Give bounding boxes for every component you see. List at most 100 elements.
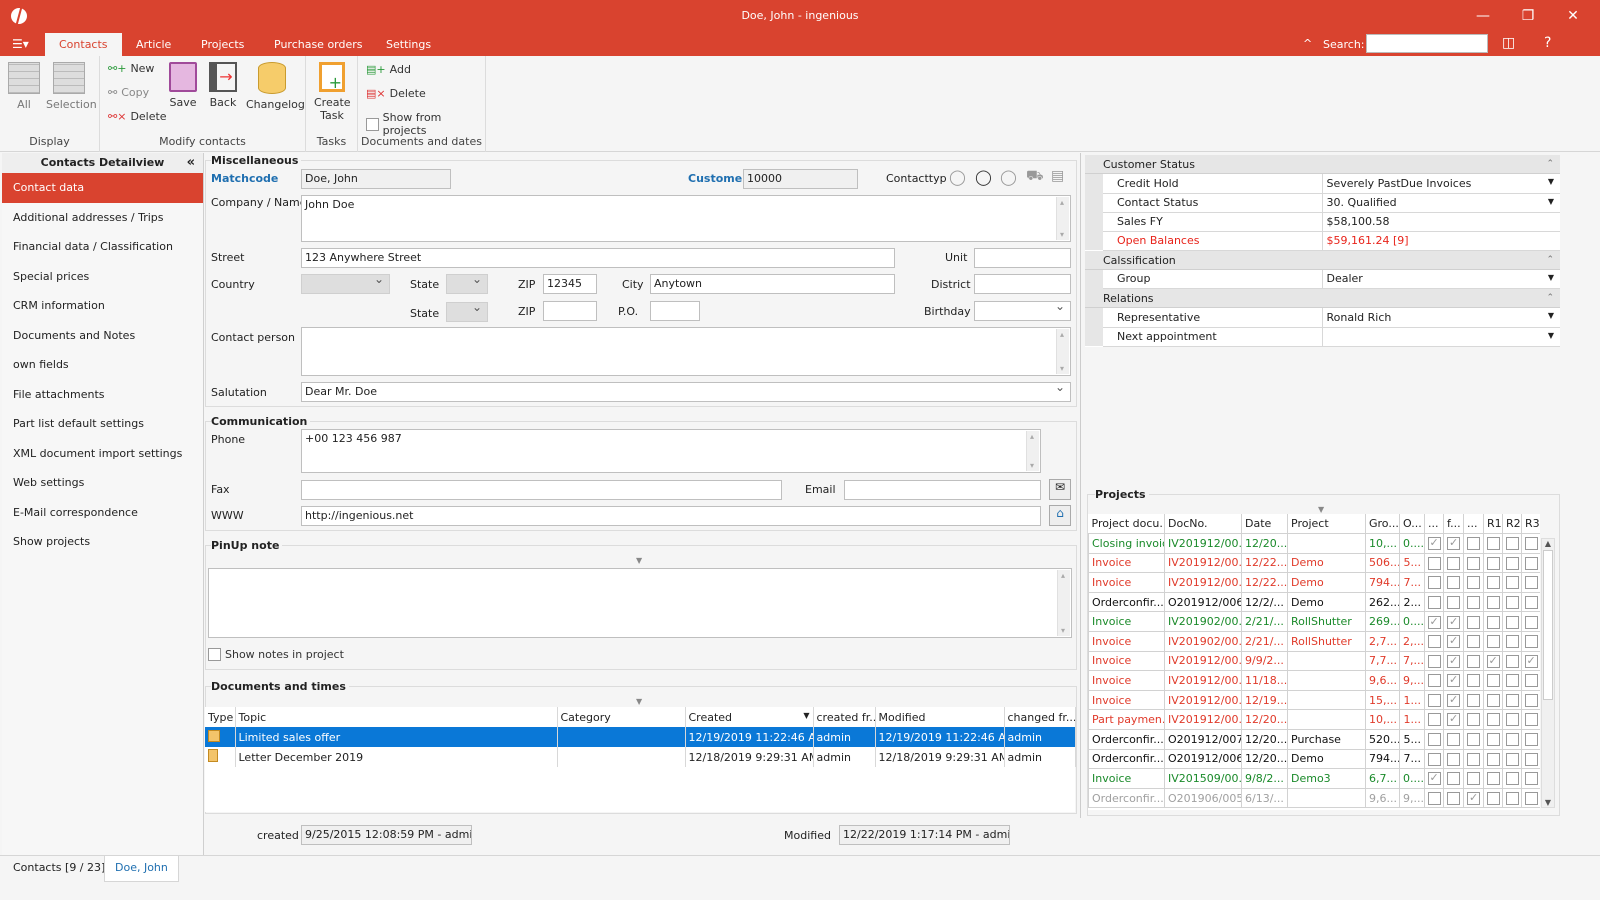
- dropdown-arrow-icon[interactable]: ▼: [1548, 197, 1554, 206]
- row-checkbox[interactable]: [1524, 556, 1538, 570]
- contact-type-customer-icon[interactable]: ◯: [975, 168, 992, 186]
- show-notes-in-project-checkbox[interactable]: Show notes in project: [208, 648, 344, 661]
- project-document-row[interactable]: Invoice IV201912/00... 11/18... 9,6... 9,...: [1088, 670, 1540, 691]
- row-checkbox[interactable]: [1447, 673, 1460, 688]
- street-field[interactable]: 123 Anywhere Street: [301, 248, 895, 268]
- project-document-row[interactable]: Closing invoiceIV201912/00...12/20...10,…: [1088, 533, 1540, 554]
- contact-type-supplier-truck-icon[interactable]: ⛟: [1026, 168, 1044, 186]
- row-checkbox[interactable]: [1427, 556, 1441, 570]
- projects-column-header[interactable]: Gro...: [1365, 514, 1400, 534]
- copy-contact-button[interactable]: ⚯ Copy: [108, 86, 149, 99]
- open-website-home-icon[interactable]: ⌂: [1049, 505, 1071, 526]
- row-checkbox[interactable]: [1505, 752, 1519, 766]
- row-checkbox[interactable]: [1427, 791, 1441, 805]
- row-checkbox[interactable]: [1524, 615, 1538, 629]
- sidebar-item-part-list-settings[interactable]: Part list default settings: [2, 409, 203, 439]
- dropdown-arrow-icon[interactable]: ▼: [1548, 177, 1554, 186]
- sidebar-item-financial-data[interactable]: Financial data / Classification: [2, 232, 203, 262]
- scroll-down-icon[interactable]: ▼: [1542, 798, 1554, 807]
- project-document-row[interactable]: Orderconfir...O201912/007012/20...Purcha…: [1088, 729, 1540, 750]
- row-checkbox[interactable]: [1447, 556, 1460, 570]
- row-checkbox[interactable]: [1505, 615, 1519, 629]
- property-value[interactable]: ▼: [1322, 327, 1560, 347]
- row-checkbox[interactable]: [1505, 576, 1519, 590]
- state2-dropdown[interactable]: [446, 302, 488, 322]
- row-checkbox[interactable]: [1447, 536, 1460, 551]
- property-group-header[interactable]: Customer Status ⌃: [1085, 155, 1560, 174]
- sidebar-item-xml-import-settings[interactable]: XML document import settings: [2, 439, 203, 469]
- row-checkbox[interactable]: [1447, 712, 1460, 727]
- projects-column-header[interactable]: DocNo.: [1164, 514, 1242, 534]
- projects-column-header[interactable]: R3: [1521, 514, 1540, 534]
- row-checkbox[interactable]: [1467, 674, 1480, 688]
- row-checkbox[interactable]: [1486, 772, 1500, 786]
- row-checkbox[interactable]: [1524, 635, 1538, 649]
- row-checkbox[interactable]: [1467, 654, 1480, 668]
- project-document-row[interactable]: Invoice IV201902/00... 2/21/... RollShutter…: [1088, 611, 1540, 633]
- sidebar-item-documents-notes[interactable]: Documents and Notes: [2, 321, 203, 351]
- scrollbar-thumb[interactable]: [1543, 550, 1553, 700]
- row-checkbox[interactable]: [1447, 634, 1460, 649]
- row-checkbox[interactable]: [1505, 635, 1519, 649]
- unit-field[interactable]: [974, 248, 1071, 268]
- collapse-ribbon-icon[interactable]: ^: [1303, 37, 1312, 50]
- row-checkbox[interactable]: [1524, 674, 1538, 688]
- contact-type-person-icon[interactable]: ◯: [949, 168, 966, 186]
- tab-projects[interactable]: Projects: [187, 33, 258, 56]
- row-checkbox[interactable]: [1486, 791, 1500, 805]
- projects-column-header[interactable]: R2: [1502, 514, 1522, 534]
- row-checkbox[interactable]: [1467, 791, 1480, 805]
- project-document-row[interactable]: Invoice IV201912/00... 12/22... Demo 794... 7…: [1088, 572, 1540, 593]
- row-checkbox[interactable]: [1467, 733, 1480, 747]
- row-checkbox[interactable]: [1505, 537, 1519, 551]
- property-row[interactable]: Group Dealer ▼: [1085, 269, 1560, 289]
- row-checkbox[interactable]: [1524, 654, 1538, 668]
- sidebar-item-special-prices[interactable]: Special prices: [2, 262, 203, 292]
- row-checkbox[interactable]: [1486, 752, 1500, 766]
- sidebar-item-contact-data[interactable]: Contact data: [2, 173, 203, 203]
- tab-article[interactable]: Article: [122, 33, 185, 56]
- row-checkbox[interactable]: [1467, 556, 1480, 570]
- property-group-header[interactable]: Calssification ⌃: [1085, 250, 1560, 270]
- row-checkbox[interactable]: [1524, 693, 1538, 707]
- sidebar-item-web-settings[interactable]: Web settings: [2, 468, 203, 498]
- row-checkbox[interactable]: [1505, 654, 1519, 668]
- row-checkbox[interactable]: [1524, 576, 1538, 590]
- property-row[interactable]: Open Balances $59,161.24 [9]: [1085, 231, 1560, 251]
- column-header-changed-from[interactable]: changed fr...: [1004, 707, 1076, 727]
- projects-column-header[interactable]: O...: [1399, 514, 1425, 534]
- row-checkbox[interactable]: [1427, 752, 1441, 766]
- district-field[interactable]: [974, 274, 1071, 294]
- help-icon[interactable]: ?: [1544, 35, 1551, 51]
- contact-person-scrollbar[interactable]: [1056, 329, 1069, 374]
- zip-field[interactable]: 12345: [543, 274, 597, 294]
- row-checkbox[interactable]: [1486, 576, 1500, 590]
- row-checkbox[interactable]: [1505, 674, 1519, 688]
- projects-scrollbar[interactable]: ▲ ▼: [1541, 538, 1555, 808]
- po-field[interactable]: [650, 301, 700, 321]
- collapse-group-icon[interactable]: ⌃: [1546, 155, 1554, 174]
- send-email-icon[interactable]: ✉: [1049, 479, 1071, 500]
- row-checkbox[interactable]: [1447, 595, 1460, 609]
- scroll-up-icon[interactable]: ▲: [1542, 539, 1554, 548]
- row-checkbox[interactable]: [1447, 693, 1460, 707]
- search-input[interactable]: [1366, 34, 1488, 53]
- row-checkbox[interactable]: [1505, 595, 1519, 609]
- birthday-date-picker[interactable]: [974, 301, 1071, 321]
- property-group-header[interactable]: Relations ⌃: [1085, 289, 1560, 308]
- contact-person-field[interactable]: [301, 327, 1071, 376]
- project-document-row[interactable]: Invoice IV201912/00... 12/22... Demo 506... 5…: [1088, 552, 1540, 574]
- binoculars-icon[interactable]: ◫: [1502, 35, 1515, 51]
- close-button[interactable]: ✕: [1558, 5, 1588, 27]
- tab-settings[interactable]: Settings: [372, 33, 445, 56]
- document-row[interactable]: Letter December 2019 12/18/2019 9:29:31 …: [205, 747, 1076, 767]
- property-row[interactable]: Credit Hold Severely PastDue Invoices ▼: [1085, 174, 1560, 194]
- row-checkbox[interactable]: [1447, 733, 1460, 747]
- collapse-sidebar-icon[interactable]: «: [187, 153, 195, 173]
- display-selection-button[interactable]: Selection: [46, 62, 97, 111]
- tab-purchase-orders[interactable]: Purchase orders: [260, 33, 377, 56]
- row-checkbox[interactable]: [1486, 713, 1500, 727]
- row-checkbox[interactable]: [1447, 772, 1460, 786]
- row-checkbox[interactable]: [1447, 576, 1460, 590]
- property-value[interactable]: 30. Qualified ▼: [1322, 193, 1560, 213]
